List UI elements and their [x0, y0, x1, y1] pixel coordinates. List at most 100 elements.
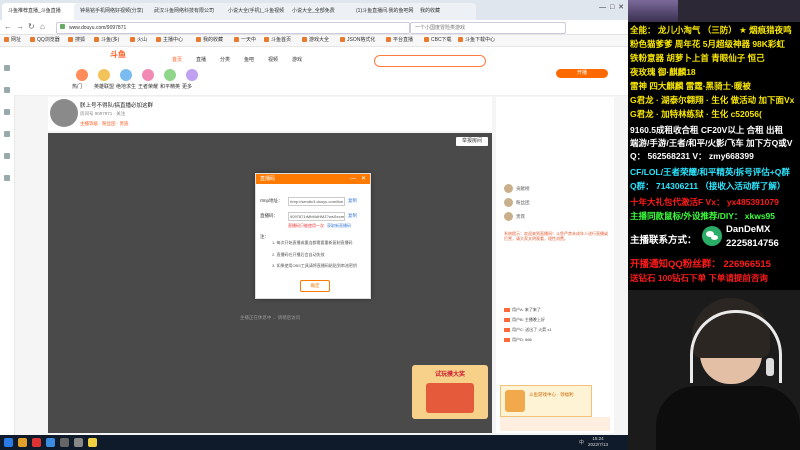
gift-bar[interactable]: [500, 417, 610, 431]
browser-icon[interactable]: [46, 438, 55, 447]
tab-2[interactable]: 武汉斗鱼网络科技有限公司: [148, 3, 230, 20]
nav-category[interactable]: 分类: [220, 56, 230, 63]
bookmark-icon: [156, 37, 161, 42]
maximize-icon[interactable]: □: [610, 4, 614, 11]
tab-6[interactable]: 我的收藏: [414, 3, 476, 20]
bookmark-item[interactable]: 网址: [4, 36, 21, 45]
home-icon[interactable]: ⌂: [40, 22, 45, 31]
nav-live[interactable]: 直播: [196, 56, 206, 63]
forward-icon[interactable]: →: [16, 22, 24, 31]
headset-earcup: [766, 358, 774, 376]
avatar: [504, 212, 513, 222]
bookmark-item[interactable]: 火山: [130, 36, 147, 45]
bookmark-item[interactable]: 斗鱼(多): [94, 36, 119, 45]
minimize-icon[interactable]: —: [350, 174, 356, 184]
rank-row[interactable]: 贡献榜: [504, 183, 610, 195]
start-live-button[interactable]: 开播: [556, 69, 608, 78]
tab-5[interactable]: (1)斗鱼直播间.我的鱼吧网: [350, 3, 422, 20]
avatar[interactable]: [50, 99, 78, 127]
bookmark-icon: [424, 37, 429, 42]
clock[interactable]: 15:24 2022/7/13: [588, 436, 608, 448]
site-search-input[interactable]: [374, 55, 486, 67]
chat-line: 用户A: 来了来了: [504, 307, 610, 313]
peace-elite-icon[interactable]: [164, 69, 176, 81]
nav-icon-label: 王者荣耀: [138, 84, 159, 90]
kog-icon[interactable]: [142, 69, 154, 81]
wechat-icon: [702, 226, 722, 246]
bookmark-item[interactable]: JSON格式化: [340, 36, 375, 45]
bookmark-item[interactable]: 游戏大全: [302, 36, 329, 45]
chat-text: 用户A: 来了来了: [512, 307, 541, 312]
refresh-link[interactable]: 获取新直播码: [327, 223, 351, 228]
bookmark-item[interactable]: QQ浏览器: [30, 36, 60, 45]
video-icon[interactable]: [4, 131, 10, 137]
game-banner[interactable]: 试玩摸大奖: [412, 365, 488, 419]
app-icon[interactable]: [88, 438, 97, 447]
rank-row[interactable]: 贵宾: [504, 211, 610, 223]
close-icon[interactable]: ✕: [618, 4, 624, 11]
nav-video[interactable]: 视频: [268, 56, 278, 63]
bookmark-label: 平台直播: [393, 37, 414, 43]
stream-overlay: 全能： 龙儿小淘气 （三防） ★ 烟痕猎夜鸣 粉色猫爹爹 周年花 5月超级神器 …: [628, 0, 800, 450]
report-button[interactable]: 举报房间: [456, 137, 488, 146]
warning-text: 直播码只能使用一次 获取新直播码: [288, 223, 351, 229]
close-icon[interactable]: ✕: [361, 174, 366, 184]
code-field[interactable]: 9097871rMbMdHMZ?wsSecret=: [288, 212, 345, 221]
tab-0[interactable]: 斗鱼推荐直播_斗鱼直播: [2, 3, 82, 20]
refresh-icon[interactable]: ↻: [28, 22, 35, 31]
more-icon[interactable]: [4, 175, 10, 181]
copy-rtmp-button[interactable]: 复制: [348, 198, 357, 204]
home-icon[interactable]: [4, 65, 10, 71]
nav-fishbar[interactable]: 鱼吧: [244, 56, 254, 63]
game-icon[interactable]: [4, 153, 10, 159]
bookmark-item[interactable]: 主播中心: [156, 36, 183, 45]
lol-icon[interactable]: [98, 69, 110, 81]
minimize-icon[interactable]: —: [599, 4, 606, 11]
room-meta: 房间号 9097871 · 关注: [80, 111, 126, 116]
right-panel: 贡献榜 粉丝团 贵宾 系统提示：欢迎来到直播间！斗鱼严禁未成年人进行直播或打赏，…: [496, 97, 614, 433]
nav-icon-label: 热门: [72, 84, 83, 90]
overlay-line: 全能： 龙儿小淘气 （三防） ★ 烟痕猎夜鸣: [630, 25, 792, 35]
app-icon[interactable]: [60, 438, 69, 447]
bookmark-item[interactable]: 平台直播: [386, 36, 413, 45]
bookmark-item[interactable]: 一天中: [234, 36, 256, 45]
bookmark-item[interactable]: 搜狐: [68, 36, 85, 45]
category-icon[interactable]: [4, 87, 10, 93]
overlay-line: 主播同款鼠标/外设推荐/DIY： xkws95: [630, 211, 776, 221]
pubg-icon[interactable]: [120, 69, 132, 81]
back-icon[interactable]: ←: [4, 22, 12, 31]
nav-icon-label: 英雄联盟: [94, 84, 115, 90]
rtmp-field[interactable]: rtmp://sendtc3.douyu.com/live: [288, 197, 345, 206]
app-icon[interactable]: [32, 438, 41, 447]
douyu-logo[interactable]: 斗鱼: [110, 49, 126, 60]
gift-box-icon: [426, 383, 474, 413]
bookmark-icon: [196, 37, 201, 42]
explorer-icon[interactable]: [18, 438, 27, 447]
address-bar[interactable]: www.douyu.com/9097871: [56, 22, 410, 34]
bookmark-label: 游戏大全: [309, 37, 330, 43]
bookmark-item[interactable]: 我的收藏: [196, 36, 223, 45]
browser-search-input[interactable]: 一个小国度冒险类游戏: [410, 22, 566, 34]
nav-home[interactable]: 首页: [172, 56, 182, 63]
bookmark-item[interactable]: 斗鱼首页: [264, 36, 291, 45]
bookmark-item[interactable]: 斗鱼下载中心: [458, 36, 495, 45]
follow-icon[interactable]: [4, 109, 10, 115]
bookmark-item[interactable]: CBC下载: [424, 36, 452, 45]
rtmp-label: rtmp地址：: [260, 198, 283, 203]
nav-game[interactable]: 游戏: [292, 56, 302, 63]
window-controls[interactable]: — □ ✕: [599, 3, 624, 11]
note-line: 3. 如果使用OBS工具请将直播码粘贴到串流密钥: [272, 263, 357, 268]
ad-card[interactable]: 斗鱼游戏中心 · 领福利: [500, 385, 592, 417]
hot-icon[interactable]: [76, 69, 88, 81]
app-icon[interactable]: [74, 438, 83, 447]
tray-text[interactable]: 中: [579, 439, 584, 446]
tab-4[interactable]: 小说大全_全部免费: [286, 3, 358, 20]
rank-row[interactable]: 粉丝团: [504, 197, 610, 209]
note-line: 1. 每次开始直播或重连都需要重新复制直播码: [272, 240, 353, 245]
confirm-button[interactable]: 确定: [300, 280, 330, 292]
tab-3[interactable]: 小说大全(手机)_斗鱼视频: [222, 3, 294, 20]
copy-code-button[interactable]: 复制: [348, 213, 357, 219]
start-icon[interactable]: [4, 438, 13, 447]
more-category-icon[interactable]: [186, 69, 198, 81]
tab-1[interactable]: 钟易铭手机网络好视频(分享): [74, 3, 156, 20]
